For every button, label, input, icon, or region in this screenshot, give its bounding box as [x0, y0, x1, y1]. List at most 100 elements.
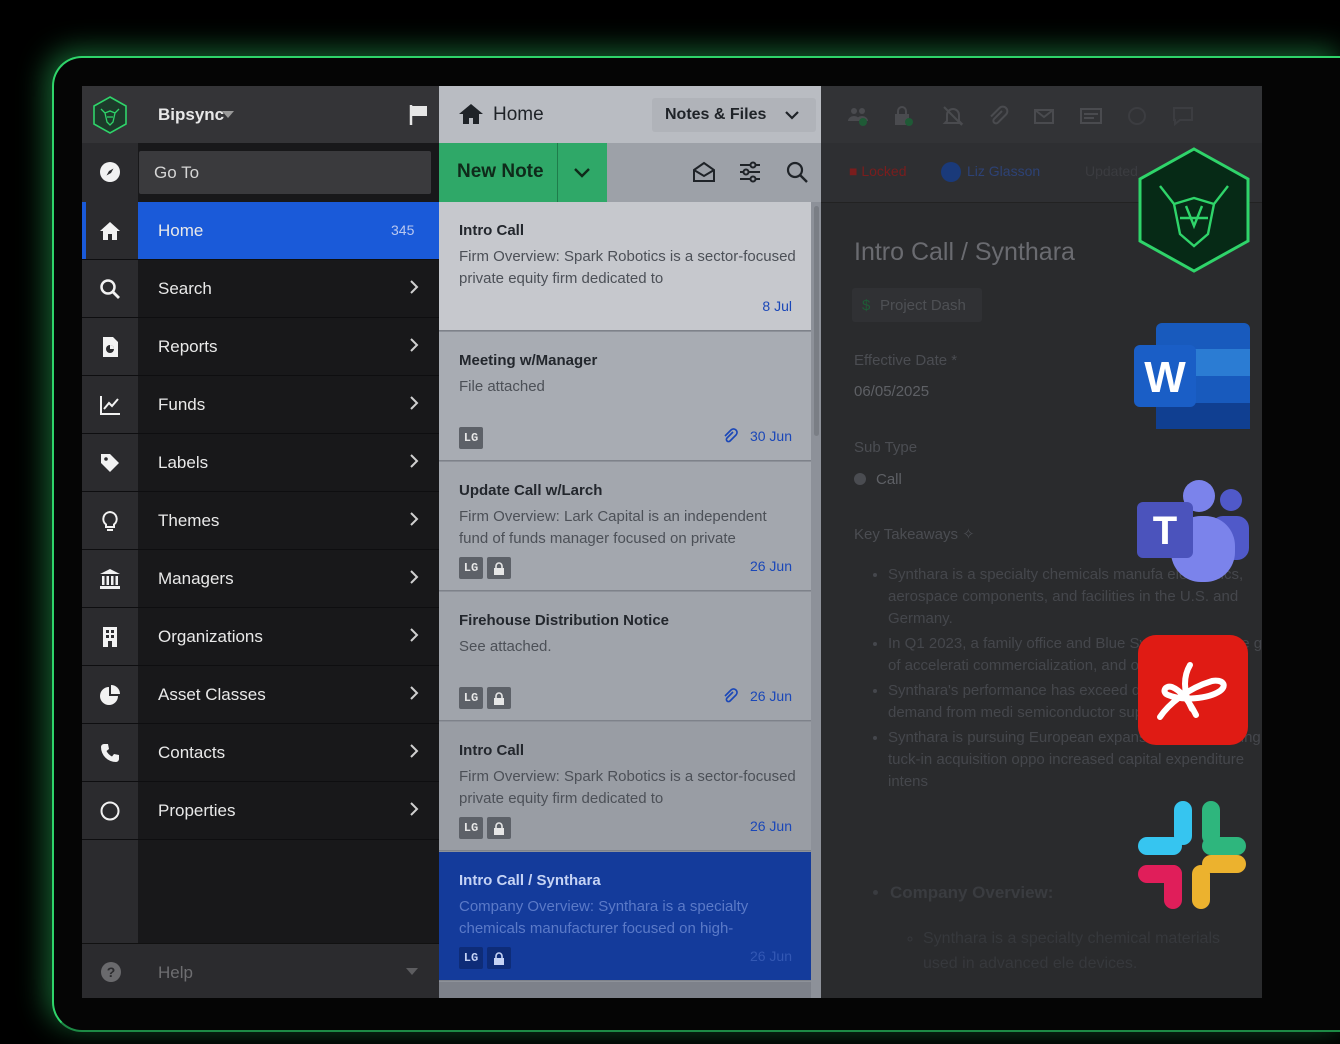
- avatar: [941, 162, 961, 182]
- help-icon: ?: [101, 962, 121, 982]
- note-date: 26 Jun: [749, 558, 792, 574]
- sidebar-item-properties[interactable]: Properties: [82, 782, 439, 840]
- author-badge: LG: [459, 817, 483, 839]
- detail-toolbar: [821, 86, 1262, 143]
- chevron-right-icon: [410, 744, 419, 758]
- envelope-open-icon[interactable]: [692, 160, 716, 184]
- note-date: 30 Jun: [749, 428, 792, 444]
- teams-icon: T: [1137, 480, 1249, 582]
- workspace-name[interactable]: Bipsync: [158, 105, 224, 125]
- owner-name[interactable]: Liz Glasson: [967, 163, 1040, 179]
- building-icon: [103, 626, 117, 647]
- locked-status[interactable]: ■ Locked: [849, 163, 907, 179]
- locked-label: Locked: [861, 163, 907, 179]
- sidebar-item-labels[interactable]: Labels: [82, 434, 439, 492]
- lock-icon[interactable]: [892, 105, 914, 127]
- note-snippet: File attached: [459, 378, 545, 395]
- company-overview-heading: Company Overview:: [890, 883, 1053, 903]
- paperclip-icon: [724, 688, 738, 703]
- home-icon: [459, 104, 483, 124]
- bell-off-icon[interactable]: [942, 105, 964, 127]
- list-header: Home Notes & Files: [439, 86, 821, 143]
- sparkle-icon: ✧: [962, 526, 975, 543]
- list-item[interactable]: Update Call w/Larch Firm Overview: Lark …: [439, 462, 811, 591]
- notes-files-dropdown[interactable]: Notes & Files: [652, 98, 816, 132]
- note-title: Intro Call: [459, 222, 525, 239]
- sidebar-item-themes[interactable]: Themes: [82, 492, 439, 550]
- chevron-right-icon: [410, 570, 419, 584]
- list-filler: [439, 982, 811, 998]
- list-item[interactable]: Intro Call Firm Overview: Spark Robotics…: [439, 202, 811, 331]
- filter-sliders-icon[interactable]: [738, 160, 762, 184]
- help-bar[interactable]: ? Help: [82, 943, 439, 998]
- paperclip-icon: [724, 428, 738, 443]
- slack-icon: [1138, 801, 1246, 909]
- card-icon[interactable]: [1080, 105, 1102, 127]
- more-icon[interactable]: [1126, 105, 1148, 127]
- note-title-heading[interactable]: Intro Call / Synthara: [854, 238, 1075, 267]
- list-item-selected[interactable]: Intro Call / Synthara Company Overview: …: [439, 852, 811, 981]
- sidebar-item-reports[interactable]: Reports: [82, 318, 439, 376]
- home-icon: [100, 221, 120, 240]
- status-dot: [854, 473, 866, 485]
- word-icon: W: [1134, 323, 1250, 429]
- dollar-icon: $: [862, 297, 871, 314]
- list-item[interactable]: Firehouse Distribution Notice See attach…: [439, 592, 811, 721]
- goto-input[interactable]: [139, 151, 431, 194]
- help-label: Help: [158, 963, 193, 982]
- lock-icon: [487, 947, 511, 969]
- chevron-down-icon[interactable]: [573, 167, 591, 179]
- list-item[interactable]: Meeting w/Manager File attached LG 30 Ju…: [439, 332, 811, 461]
- note-title: Firehouse Distribution Notice: [459, 612, 670, 629]
- sidebar-nav: Home 345 Search Reports Funds Labels The…: [82, 202, 439, 840]
- count-badge: 345: [391, 222, 415, 238]
- lightbulb-icon: [102, 510, 118, 531]
- chevron-right-icon: [410, 802, 419, 816]
- project-name: Project Dash: [880, 297, 966, 314]
- note-snippet: Company Overview: Synthara is a specialt…: [459, 898, 749, 937]
- chat-icon[interactable]: [1172, 105, 1194, 127]
- list-scrollbar[interactable]: [814, 206, 819, 436]
- list-item[interactable]: Intro Call Firm Overview: Spark Robotics…: [439, 722, 811, 851]
- lock-icon: [487, 817, 511, 839]
- note-snippet: Firm Overview: Spark Robotics is a secto…: [459, 248, 796, 287]
- bipsync-bull-icon: [1138, 147, 1250, 273]
- note-snippet: Firm Overview: Spark Robotics is a secto…: [459, 768, 796, 807]
- note-title: Meeting w/Manager: [459, 352, 598, 369]
- envelope-icon[interactable]: [1033, 105, 1055, 127]
- sidebar-item-asset-classes[interactable]: Asset Classes: [82, 666, 439, 724]
- sidebar-item-contacts[interactable]: Contacts: [82, 724, 439, 782]
- sidebar-item-organizations[interactable]: Organizations: [82, 608, 439, 666]
- sidebar-item-label: Properties: [158, 801, 236, 820]
- svg-text:T: T: [1153, 509, 1177, 553]
- company-overview-sublist: Synthara is a specialty chemical materia…: [887, 926, 1223, 976]
- bipsync-logo-icon[interactable]: [92, 96, 128, 134]
- new-note-label: New Note: [457, 161, 544, 182]
- effective-date-value[interactable]: 06/05/2025: [854, 383, 929, 400]
- sidebar-item-label: Themes: [158, 511, 220, 530]
- search-icon: [100, 278, 120, 299]
- author-badge: LG: [459, 427, 483, 449]
- people-icon[interactable]: [847, 105, 869, 127]
- chevron-right-icon: [410, 396, 419, 410]
- bank-icon: [100, 568, 120, 589]
- paperclip-icon[interactable]: [987, 105, 1009, 127]
- sidebar-item-label: Home: [158, 221, 204, 240]
- search-icon[interactable]: [785, 160, 809, 184]
- new-note-button[interactable]: New Note: [439, 143, 607, 202]
- flag-icon[interactable]: [409, 104, 429, 126]
- sidebar-item-search[interactable]: Search: [82, 260, 439, 318]
- list-toolbar: New Note: [439, 143, 821, 202]
- chevron-right-icon: [410, 686, 419, 700]
- sidebar-item-funds[interactable]: Funds: [82, 376, 439, 434]
- company-overview-list: Company Overview:: [854, 883, 1053, 903]
- project-link[interactable]: $ Project Dash: [852, 288, 982, 322]
- note-title: Intro Call: [459, 742, 525, 759]
- sidebar-item-home[interactable]: Home 345: [82, 202, 439, 260]
- lock-icon: [487, 557, 511, 579]
- sidebar-item-managers[interactable]: Managers: [82, 550, 439, 608]
- sub-type-value[interactable]: Call: [854, 471, 902, 488]
- lock-icon: [487, 687, 511, 709]
- chevron-down-icon[interactable]: [222, 111, 234, 119]
- sidebar-item-label: Labels: [158, 453, 209, 472]
